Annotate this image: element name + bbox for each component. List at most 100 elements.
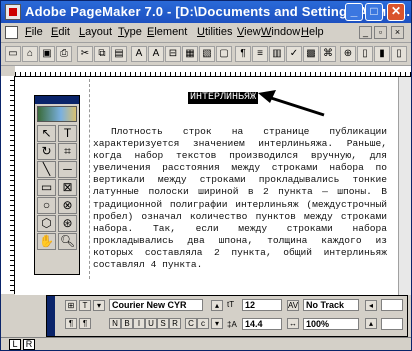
- link-icon[interactable]: ⌘: [320, 46, 336, 62]
- vertical-ruler[interactable]: [1, 76, 15, 294]
- rectangle-frame-tool-icon[interactable]: ⊠: [58, 179, 77, 196]
- stroke-icon[interactable]: ▧: [199, 46, 215, 62]
- paragraph-style-icon[interactable]: ⊟: [165, 46, 181, 62]
- constrained-line-tool-icon[interactable]: ─: [58, 161, 77, 178]
- tracking-field[interactable]: No Track: [303, 299, 359, 311]
- underline-button[interactable]: U: [145, 318, 157, 329]
- menu-file[interactable]: File: [25, 26, 43, 38]
- indent-icon[interactable]: ≡: [252, 46, 268, 62]
- toolbox-palette: ↖ T ↻ ⌗ ╲ ─ ▭ ⊠ ○ ⊗ ⬡ ⊛ ✋ 🔍︎: [34, 95, 80, 275]
- all-caps-button[interactable]: C: [185, 318, 197, 329]
- standard-toolbar: ▭ ⌂ ▣ ⎙ ✂ ⧉ ▤ A A ⊟ ▦ ▧ ▢ ¶ ≡ ▥ ✓ ▩ ⌘ ⊕ …: [1, 43, 411, 66]
- bold-button[interactable]: B: [121, 318, 133, 329]
- italic-button[interactable]: I: [133, 318, 145, 329]
- kerning-left-button[interactable]: ◂: [365, 300, 377, 311]
- superscript-button[interactable]: ▴: [211, 300, 223, 311]
- menu-help[interactable]: Help: [301, 26, 324, 38]
- kerning-field[interactable]: [381, 299, 403, 311]
- paragraph-mode-button[interactable]: ¶: [65, 318, 77, 329]
- normal-style-button[interactable]: N: [109, 318, 121, 329]
- open-icon[interactable]: ⌂: [22, 46, 38, 62]
- subscript-button[interactable]: ▾: [211, 318, 223, 329]
- polygon-tool-icon[interactable]: ⬡: [37, 215, 56, 232]
- font-size-icon: tT: [227, 300, 235, 309]
- menu-edit[interactable]: Edit: [51, 26, 70, 38]
- control-palette-title-bar[interactable]: [47, 296, 55, 336]
- new-icon[interactable]: ▭: [5, 46, 21, 62]
- zoom-icon[interactable]: ⊕: [340, 46, 356, 62]
- toolbox-logo: [37, 106, 77, 122]
- kerning-button[interactable]: ▾: [93, 300, 105, 311]
- menu-utilities[interactable]: Utilities: [197, 26, 232, 38]
- menu-layout[interactable]: Layout: [79, 26, 112, 38]
- copy-icon[interactable]: ⧉: [94, 46, 110, 62]
- document-icon[interactable]: [5, 26, 18, 39]
- leading-icon: ‡A: [227, 320, 237, 329]
- paragraph-view-button[interactable]: ¶: [79, 318, 91, 329]
- app-window: Adobe PageMaker 7.0 - [D:\Documents and …: [0, 0, 412, 351]
- paste-icon[interactable]: ▤: [111, 46, 127, 62]
- cut-icon[interactable]: ✂: [77, 46, 93, 62]
- reverse-button[interactable]: R: [169, 318, 181, 329]
- doc-close-button[interactable]: ×: [391, 26, 404, 39]
- print-icon[interactable]: ⎙: [56, 46, 72, 62]
- columns-icon[interactable]: ▥: [269, 46, 285, 62]
- horizontal-scrollbar[interactable]: L R: [1, 337, 411, 350]
- text-color-icon[interactable]: A: [131, 46, 147, 62]
- doc-restore-button[interactable]: ▫: [374, 26, 387, 39]
- menu-window[interactable]: Window: [261, 26, 300, 38]
- place-icon[interactable]: ▩: [303, 46, 319, 62]
- toolbox-title-bar[interactable]: [35, 96, 79, 104]
- column-guide: [89, 79, 90, 279]
- pilcrow-icon[interactable]: ¶: [235, 46, 251, 62]
- spell-icon[interactable]: ✓: [286, 46, 302, 62]
- font-size-field[interactable]: 12: [242, 299, 282, 311]
- polygon-frame-tool-icon[interactable]: ⊛: [58, 215, 77, 232]
- page-tab-right[interactable]: R: [23, 339, 35, 350]
- small-caps-button[interactable]: c: [197, 318, 209, 329]
- font-name-field[interactable]: Courier New CYR: [109, 299, 203, 311]
- page-heading[interactable]: ИНТЕРЛИНЬЯЖ: [188, 92, 259, 104]
- minimize-button[interactable]: _: [345, 3, 363, 21]
- menu-type[interactable]: Type: [118, 26, 142, 38]
- rectangle-tool-icon[interactable]: ▭: [37, 179, 56, 196]
- menu-bar: File Edit Layout Type Element Utilities …: [1, 23, 411, 43]
- vertical-scrollbar[interactable]: [398, 77, 411, 295]
- hand-tool-icon[interactable]: ✋: [37, 233, 56, 250]
- page-view-icon[interactable]: ▯: [357, 46, 373, 62]
- arrow-annotation-icon: [258, 90, 325, 117]
- font-icon[interactable]: A: [148, 46, 164, 62]
- pagemaker-app-icon[interactable]: [5, 4, 21, 20]
- doc-minimize-button[interactable]: _: [359, 26, 372, 39]
- leading-field[interactable]: 14.4: [242, 318, 282, 330]
- zoom-tool-icon[interactable]: 🔍︎: [58, 233, 77, 250]
- apply-button[interactable]: ⊞: [65, 300, 77, 311]
- baseline-shift-button[interactable]: ▴: [365, 318, 377, 329]
- fill-icon[interactable]: ▦: [182, 46, 198, 62]
- title-bar: Adobe PageMaker 7.0 - [D:\Documents and …: [1, 1, 411, 23]
- menu-view[interactable]: View: [237, 26, 261, 38]
- box-icon[interactable]: ▢: [216, 46, 232, 62]
- save-icon[interactable]: ▣: [39, 46, 55, 62]
- tracking-icon[interactable]: AV: [287, 300, 299, 311]
- line-tool-icon[interactable]: ╲: [37, 161, 56, 178]
- horizontal-scale-field[interactable]: 100%: [303, 318, 359, 330]
- text-tool-icon[interactable]: T: [58, 125, 77, 142]
- horizontal-ruler[interactable]: [15, 66, 411, 77]
- crop-tool-icon[interactable]: ⌗: [58, 143, 77, 160]
- strikethrough-button[interactable]: S: [157, 318, 169, 329]
- width-icon[interactable]: ↔: [287, 318, 299, 329]
- spread-view-icon[interactable]: ▮: [374, 46, 390, 62]
- ellipse-frame-tool-icon[interactable]: ⊗: [58, 197, 77, 214]
- menu-element[interactable]: Element: [147, 26, 187, 38]
- close-button[interactable]: ✕: [387, 3, 405, 21]
- fit-view-icon[interactable]: ▯: [391, 46, 407, 62]
- pointer-tool-icon[interactable]: ↖: [37, 125, 56, 142]
- maximize-button[interactable]: □: [365, 3, 383, 21]
- body-paragraph[interactable]: Плотность строк на странице публикации х…: [93, 126, 387, 271]
- character-mode-button[interactable]: T: [79, 300, 91, 311]
- baseline-shift-field[interactable]: [381, 318, 403, 330]
- page-tab-left[interactable]: L: [9, 339, 21, 350]
- rotate-tool-icon[interactable]: ↻: [37, 143, 56, 160]
- ellipse-tool-icon[interactable]: ○: [37, 197, 56, 214]
